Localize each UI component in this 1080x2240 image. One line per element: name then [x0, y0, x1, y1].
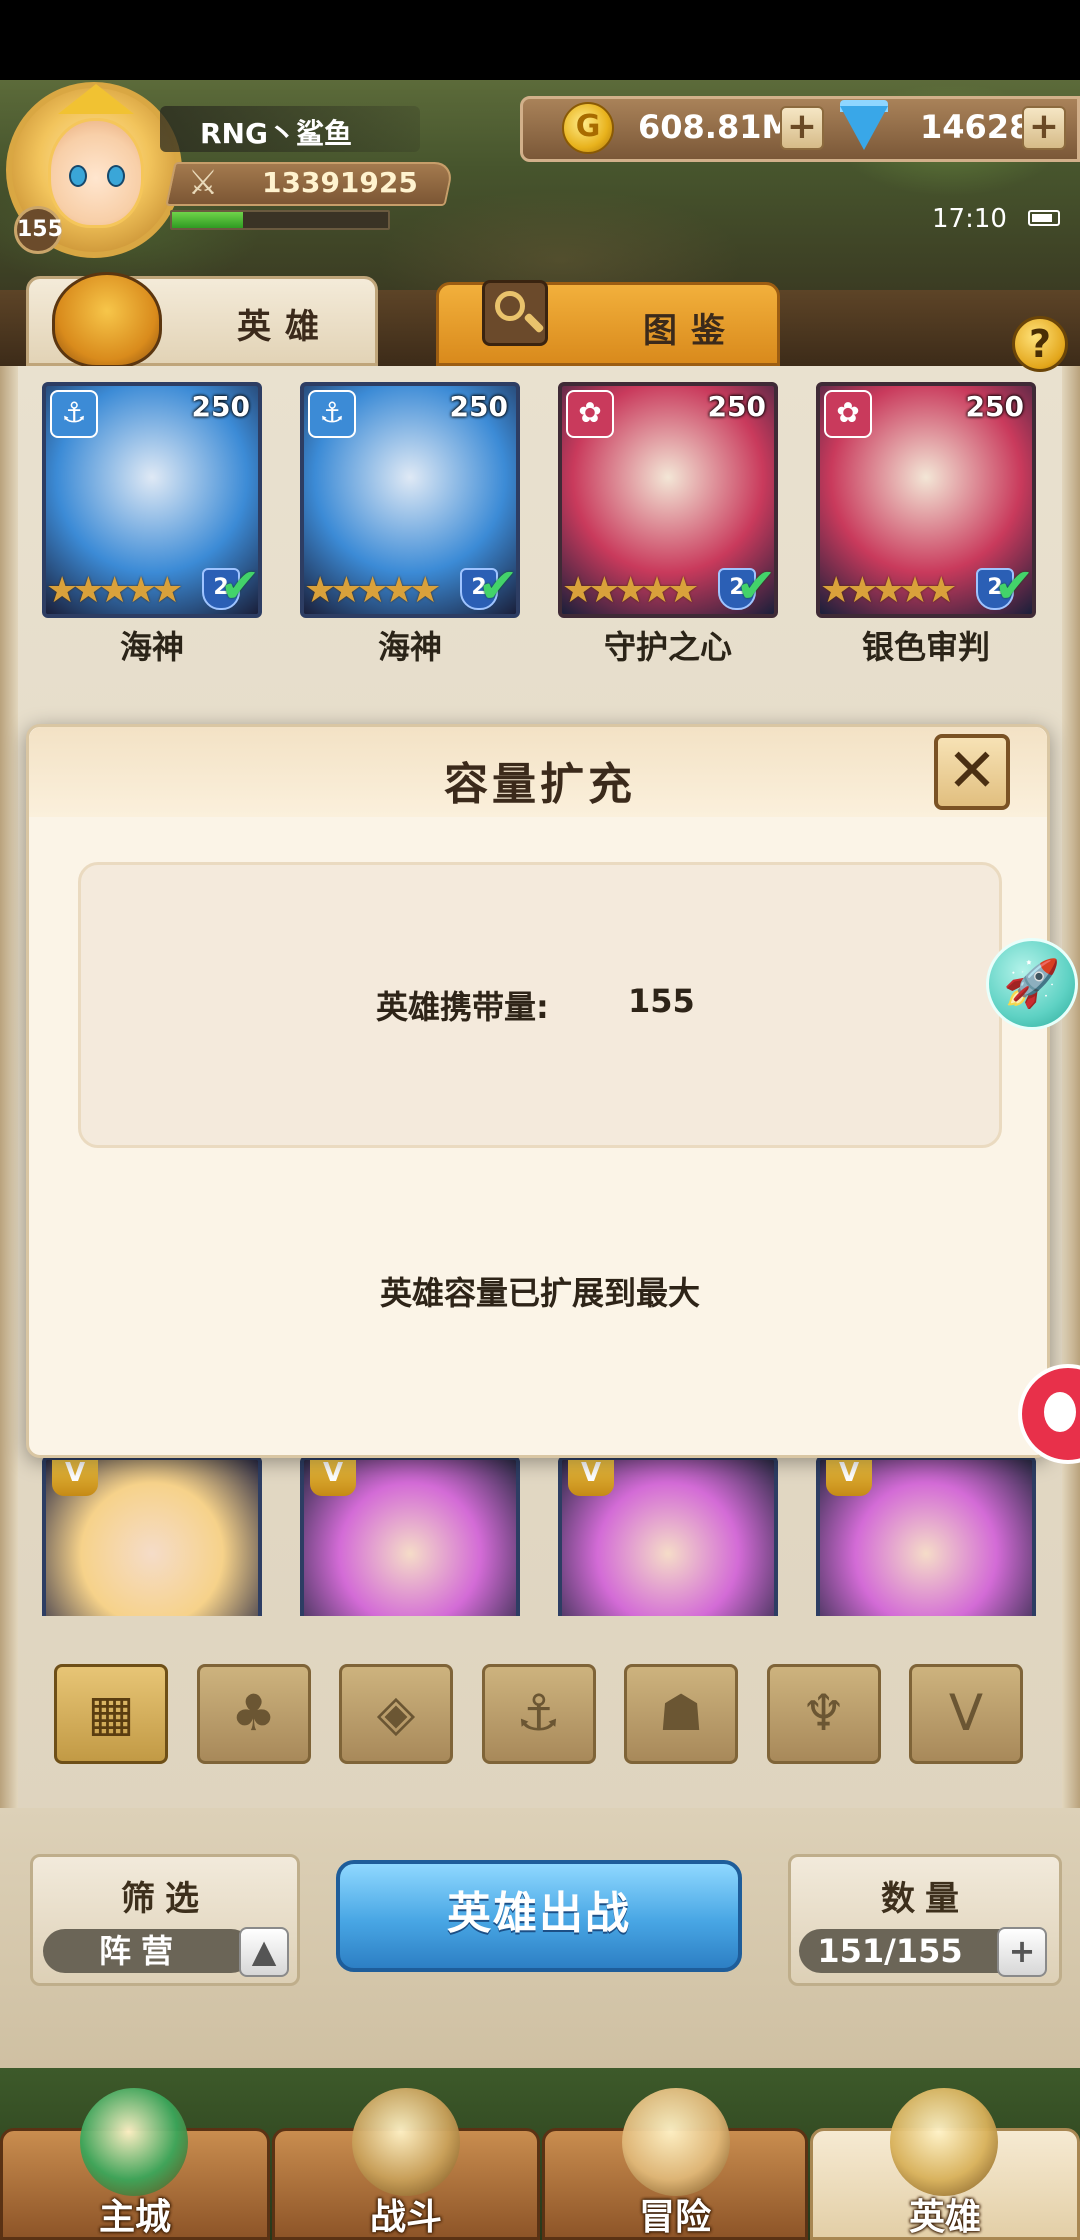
- hero-card[interactable]: V: [558, 1456, 778, 1616]
- player-level-badge: 155: [14, 206, 63, 254]
- capacity-max-message: 英雄容量已扩展到最大: [379, 1274, 700, 1312]
- anchor-icon: ⚓: [50, 390, 98, 438]
- expand-capacity-button[interactable]: +: [997, 1927, 1047, 1977]
- gem-icon: [840, 106, 888, 150]
- checkmark-icon: ✔: [478, 558, 519, 614]
- close-button[interactable]: ✕: [934, 734, 1010, 810]
- exp-bar-fill: [172, 212, 243, 228]
- checkmark-icon: ✔: [220, 558, 261, 614]
- hero-card[interactable]: V: [42, 1456, 262, 1616]
- leaf-faction-icon: ✿: [566, 390, 614, 438]
- star-rating: ★★★★★: [304, 570, 441, 611]
- clock: 17:10: [932, 204, 1007, 234]
- star-rating: ★★★★★: [46, 570, 183, 611]
- gem-amount: 14628: [920, 108, 1032, 146]
- beast-icon[interactable]: ☗: [624, 1664, 738, 1764]
- scroll-icon: [622, 2088, 730, 2196]
- leaf-icon[interactable]: ♣: [196, 1664, 311, 1764]
- player-name: RNG丶鲨鱼: [200, 117, 352, 150]
- crossed-swords-icon: [352, 2088, 460, 2196]
- hero-level: 250: [965, 390, 1024, 423]
- nav-label: 战斗: [369, 2197, 442, 2238]
- diamond-icon[interactable]: ◈: [339, 1664, 453, 1764]
- rank-v-badge: V: [310, 1460, 356, 1496]
- capacity-label: 英雄携带量:: [376, 988, 549, 1026]
- power-value: 13391925: [262, 166, 418, 199]
- system-status-bar: [0, 0, 1080, 80]
- gold-coin-icon: G: [562, 102, 614, 154]
- gold-amount: 608.81M: [638, 108, 794, 146]
- hero-name: 守护之心: [603, 628, 732, 666]
- hero-card[interactable]: ✿ 250 ★★★★★ 2 ✔: [816, 382, 1036, 618]
- castle-icon: [80, 2088, 188, 2196]
- filter-panel: 筛选 阵营 ▲: [30, 1854, 300, 1986]
- star-rating: ★★★★★: [562, 570, 699, 611]
- hero-card[interactable]: ⚓ 250 ★★★★★ 2 ✔: [42, 382, 262, 618]
- demon-icon[interactable]: ♆: [766, 1664, 881, 1764]
- hero-card[interactable]: ✿ 250 ★★★★★ 2 ✔: [558, 382, 778, 618]
- leaf-faction-icon: ✿: [824, 390, 872, 438]
- wing-icon[interactable]: V: [909, 1664, 1023, 1764]
- rank-v-badge: V: [826, 1460, 872, 1496]
- crown-icon: [58, 84, 134, 114]
- grid-icon[interactable]: ▦: [54, 1664, 168, 1764]
- magnifier-icon: [482, 280, 548, 346]
- hero-name: 海神: [119, 628, 184, 666]
- hero-level: 250: [449, 390, 508, 423]
- selected-check-icon: 2 ✔: [716, 562, 774, 614]
- rank-v-badge: V: [568, 1460, 614, 1496]
- filter-title: 筛选: [121, 1879, 209, 1919]
- selected-check-icon: 2 ✔: [974, 562, 1032, 614]
- hero-card[interactable]: V: [300, 1456, 520, 1616]
- battery-icon: [1028, 210, 1060, 226]
- nav-label: 冒险: [638, 2197, 711, 2238]
- tab-gallery-label: 图鉴: [643, 311, 739, 351]
- hero-helmet-icon: [890, 2088, 998, 2196]
- checkmark-icon: ✔: [736, 558, 777, 614]
- selected-check-icon: 2 ✔: [458, 562, 516, 614]
- count-title: 数量: [881, 1879, 969, 1919]
- anchor-icon[interactable]: ⚓: [481, 1664, 596, 1764]
- avatar-eye: [107, 165, 125, 187]
- add-gold-button[interactable]: +: [780, 106, 824, 150]
- nav-label: 主城: [98, 2197, 171, 2238]
- modal-title: 容量扩充: [444, 759, 636, 810]
- capacity-value: 155: [628, 982, 695, 1020]
- nav-label: 英雄: [908, 2197, 981, 2238]
- faction-dropdown[interactable]: 阵营: [43, 1929, 253, 1973]
- star-rating: ★★★★★: [820, 570, 957, 611]
- add-gems-button[interactable]: +: [1022, 106, 1066, 150]
- help-button[interactable]: ?: [1012, 316, 1068, 372]
- crossed-swords-icon: ⚔: [187, 163, 219, 203]
- hero-name: 海神: [377, 628, 442, 666]
- hero-card[interactable]: V: [816, 1456, 1036, 1616]
- chevron-up-icon[interactable]: ▲: [239, 1927, 289, 1977]
- rank-v-badge: V: [52, 1460, 98, 1496]
- rocket-boost-button[interactable]: 🚀: [986, 938, 1078, 1030]
- hero-level: 250: [191, 390, 250, 423]
- deploy-heroes-button[interactable]: 英雄出战: [336, 1860, 742, 1972]
- hero-name: 银色审判: [861, 628, 990, 666]
- checkmark-icon: ✔: [994, 558, 1035, 614]
- anchor-icon: ⚓: [308, 390, 356, 438]
- helmet-icon: [52, 272, 162, 368]
- hero-card[interactable]: ⚓ 250 ★★★★★ 2 ✔: [300, 382, 520, 618]
- selected-check-icon: 2 ✔: [200, 562, 258, 614]
- avatar-face: [48, 118, 144, 228]
- count-panel: 数量 151/155 +: [788, 1854, 1062, 1986]
- hero-count: 151/155: [799, 1929, 1021, 1973]
- hero-level: 250: [707, 390, 766, 423]
- tab-heroes-label: 英雄: [237, 307, 333, 347]
- avatar-eye: [69, 165, 87, 187]
